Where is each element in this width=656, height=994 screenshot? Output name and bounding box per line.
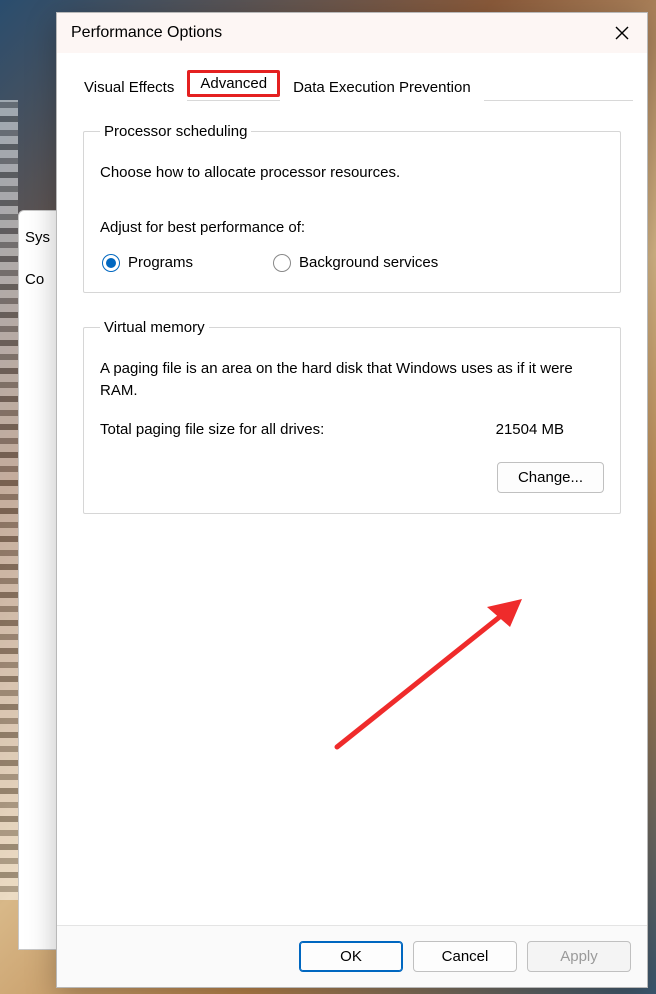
vm-change-row: Change... [100,462,604,493]
dialog-title: Performance Options [71,24,222,42]
tab-row: Visual Effects Advanced Data Execution P… [57,53,647,101]
bg-label-1: Sys [25,229,50,246]
bg-label-2: Co [25,271,44,288]
radio-background-services[interactable]: Background services [273,254,438,272]
change-button[interactable]: Change... [497,462,604,493]
virtual-memory-group: Virtual memory A paging file is an area … [83,319,621,514]
apply-button[interactable]: Apply [527,941,631,972]
processor-radio-row: Programs Background services [102,254,604,272]
dialog-footer: OK Cancel Apply [57,925,647,987]
tab-content: Processor scheduling Choose how to alloc… [57,101,647,925]
radio-empty-icon [273,254,291,272]
titlebar: Performance Options [57,13,647,53]
background-decor [0,100,18,900]
performance-options-dialog: Performance Options Visual Effects Advan… [56,12,648,988]
virtual-memory-legend: Virtual memory [100,319,209,336]
tab-data-execution-prevention[interactable]: Data Execution Prevention [280,72,484,102]
radio-programs[interactable]: Programs [102,254,193,272]
processor-subhead: Adjust for best performance of: [100,219,604,236]
vm-total-value: 21504 MB [496,421,604,438]
processor-desc: Choose how to allocate processor resourc… [100,162,604,185]
radio-dot-selected-icon [102,254,120,272]
tab-advanced[interactable]: Advanced [187,70,280,97]
processor-scheduling-group: Processor scheduling Choose how to alloc… [83,123,621,293]
radio-bg-label: Background services [299,254,438,271]
vm-desc: A paging file is an area on the hard dis… [100,358,604,403]
close-button[interactable] [605,17,639,49]
annotation-arrow-icon [317,577,547,757]
close-icon [615,26,629,40]
processor-scheduling-legend: Processor scheduling [100,123,251,140]
cancel-button[interactable]: Cancel [413,941,517,972]
tab-visual-effects[interactable]: Visual Effects [71,72,187,102]
vm-total-label: Total paging file size for all drives: [100,421,324,438]
radio-programs-label: Programs [128,254,193,271]
vm-total-row: Total paging file size for all drives: 2… [100,421,604,438]
ok-button[interactable]: OK [299,941,403,972]
